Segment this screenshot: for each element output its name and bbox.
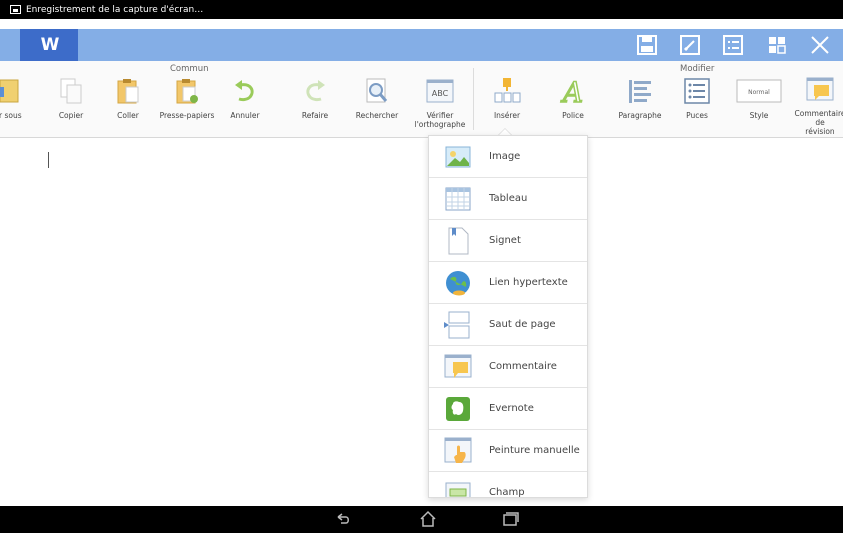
- bullets-label: Puces: [686, 111, 708, 120]
- insert-menu-item-image[interactable]: Image: [429, 136, 587, 178]
- recent-apps-icon[interactable]: [500, 510, 520, 528]
- insert-label: Insérer: [493, 111, 521, 120]
- clipboard-button[interactable]: Presse-papiers: [157, 76, 217, 134]
- insert-menu-label-image: Image: [489, 151, 521, 162]
- comment-icon: [805, 76, 835, 104]
- status-notification: Enregistrement de la capture d'écran…: [26, 4, 204, 15]
- table-icon: [443, 184, 473, 214]
- style-label: Style: [749, 111, 769, 120]
- insert-menu-label-bookmark: Signet: [489, 235, 521, 246]
- screenshot-icon: [10, 5, 21, 14]
- style-button[interactable]: Normal Style: [729, 76, 789, 134]
- save-as-icon: [0, 76, 23, 106]
- group-label-modifier: Modifier: [680, 64, 715, 74]
- title-bar: [0, 29, 843, 61]
- undo-icon: [230, 76, 260, 106]
- copy-label: Copier: [58, 111, 84, 120]
- list-view-icon[interactable]: [722, 34, 744, 56]
- insert-menu-label-hand-paint: Peinture manuelle: [489, 445, 580, 456]
- app-logo-text: W: [40, 35, 60, 55]
- comment-icon: [443, 352, 473, 382]
- paragraph-icon: [625, 76, 655, 106]
- insert-menu-item-bookmark[interactable]: Signet: [429, 220, 587, 262]
- style-icon: Normal: [736, 76, 782, 106]
- font-icon: A: [558, 76, 588, 106]
- insert-menu-label-field: Champ: [489, 487, 525, 498]
- undo-button[interactable]: Annuler: [215, 76, 275, 134]
- insert-menu-item-table[interactable]: Tableau: [429, 178, 587, 220]
- paragraph-button[interactable]: Paragraphe: [610, 76, 670, 134]
- insert-menu-item-evernote[interactable]: Evernote: [429, 388, 587, 430]
- insert-menu-item-hyperlink[interactable]: Lien hypertexte: [429, 262, 587, 304]
- hyperlink-icon: [443, 268, 473, 298]
- spellcheck-button[interactable]: ABC Vérifier l'orthographe: [410, 76, 470, 134]
- insert-menu-item-field[interactable]: Champ: [429, 472, 587, 498]
- font-label: Police: [562, 111, 584, 120]
- revision-comment-button[interactable]: Commentaire de révision: [790, 76, 843, 136]
- app-logo[interactable]: W: [20, 29, 78, 61]
- paste-label: Coller: [117, 111, 139, 120]
- document-canvas[interactable]: [0, 138, 843, 506]
- copy-button[interactable]: Copier: [41, 76, 101, 134]
- insert-menu-item-page-break[interactable]: Saut de page: [429, 304, 587, 346]
- field-icon: [443, 478, 473, 497]
- insert-menu-label-table: Tableau: [489, 193, 528, 204]
- grid-icon[interactable]: [766, 34, 788, 56]
- search-button[interactable]: Rechercher: [347, 76, 407, 134]
- clipboard-label: Presse-papiers: [159, 111, 215, 120]
- paste-button[interactable]: Coller: [98, 76, 158, 134]
- spellcheck-label: Vérifier l'orthographe: [414, 111, 466, 129]
- insert-menu-label-page-break: Saut de page: [489, 319, 556, 330]
- bookmark-icon: [443, 226, 473, 256]
- insert-menu-label-hyperlink: Lien hypertexte: [489, 277, 568, 288]
- close-icon[interactable]: [809, 34, 831, 56]
- image-icon: [443, 142, 473, 172]
- insert-menu-label-comment: Commentaire: [489, 361, 557, 372]
- bullets-icon: [682, 76, 712, 106]
- page-break-icon: [443, 310, 473, 340]
- save-as-label: er sous: [0, 111, 22, 120]
- redo-button[interactable]: Refaire: [285, 76, 345, 134]
- insert-menu-item-comment[interactable]: Commentaire: [429, 346, 587, 388]
- svg-text:Normal: Normal: [748, 89, 770, 96]
- home-icon[interactable]: [418, 510, 438, 528]
- group-label-commun: Commun: [170, 64, 209, 74]
- save-icon[interactable]: [636, 34, 658, 56]
- insert-menu-label-evernote: Evernote: [489, 403, 534, 414]
- svg-text:A: A: [560, 76, 583, 106]
- text-cursor: [48, 152, 49, 168]
- hand-paint-icon: [443, 436, 473, 466]
- redo-icon: [300, 76, 330, 106]
- insert-menu: Image Tableau Signet Lien hypertexte Sau…: [428, 135, 588, 498]
- save-as-button[interactable]: er sous: [0, 76, 38, 134]
- redo-label: Refaire: [301, 111, 329, 120]
- bullets-button[interactable]: Puces: [667, 76, 727, 134]
- back-icon[interactable]: [333, 510, 353, 528]
- evernote-icon: [443, 394, 473, 424]
- insert-button[interactable]: Insérer: [477, 76, 537, 134]
- insert-icon: [492, 76, 522, 106]
- revision-comment-label: Commentaire de révision: [794, 109, 843, 136]
- insert-menu-item-hand-paint[interactable]: Peinture manuelle: [429, 430, 587, 472]
- clipboard-icon: [172, 76, 202, 106]
- group-divider: [473, 68, 474, 130]
- undo-label: Annuler: [230, 111, 260, 120]
- font-button[interactable]: A Police: [543, 76, 603, 134]
- svg-text:ABC: ABC: [432, 89, 449, 98]
- search-icon: [362, 76, 392, 106]
- spellcheck-icon: ABC: [425, 76, 455, 106]
- status-bar: Enregistrement de la capture d'écran…: [0, 0, 843, 19]
- paste-icon: [113, 76, 143, 106]
- edit-icon[interactable]: [679, 34, 701, 56]
- search-label: Rechercher: [355, 111, 399, 120]
- paragraph-label: Paragraphe: [618, 111, 662, 120]
- copy-icon: [56, 76, 86, 106]
